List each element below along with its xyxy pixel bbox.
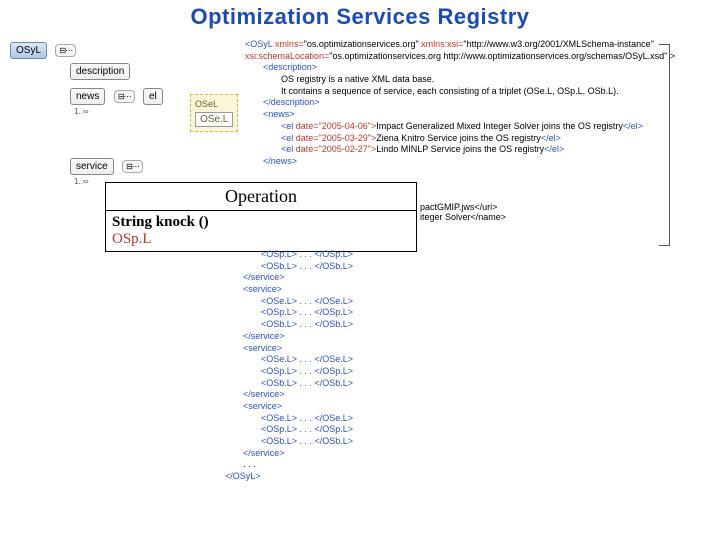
el3-close: </el> (544, 144, 564, 154)
service-node: service (70, 158, 114, 175)
desc-open: <description> (263, 62, 317, 72)
desc-close: </description> (263, 97, 320, 107)
operation-header: Operation (106, 183, 416, 211)
osp-frag-2: <OSp.L> . . . </OSp.L> (261, 307, 353, 317)
osel-group-label: OSeL (195, 99, 233, 109)
sequence-icon: ⊟⋯ (114, 90, 135, 103)
page-title: Optimization Services Registry (0, 4, 720, 30)
name-tail: iteger Solver</name> (420, 212, 506, 222)
osyl-open-tag: <OSyL (245, 39, 275, 49)
service-close-3: </service> (243, 389, 285, 399)
attr-xmlns: xmlns= (275, 39, 304, 49)
el3-open: <el (281, 144, 296, 154)
service-extra: pactGMIP.jws</uri> iteger Solver</name> (420, 202, 506, 222)
sequence-icon: ⊟⋯ (55, 44, 76, 57)
desc-text-1: OS registry is a native XML data base. (281, 74, 434, 84)
ose-frag-4: <OSe.L> . . . </OSe.L> (261, 413, 353, 423)
el2-close: </el> (541, 133, 561, 143)
attr-schemaloc-val: "os.optimizationservices.org http://www.… (329, 51, 675, 61)
operation-box: Operation String knock () OSp.L (105, 182, 417, 252)
news-node: news (70, 88, 105, 105)
service-open-2: <service> (243, 284, 282, 294)
attr-xmlns-val: "os.optimizationservices.org" (304, 39, 421, 49)
ellipsis: . . . (243, 459, 256, 469)
service-open-3: <service> (243, 343, 282, 353)
operation-return: OSp.L (112, 231, 410, 248)
ose-frag-2: <OSe.L> . . . </OSe.L> (261, 296, 353, 306)
el3-text: Lindo MINLP Service joins the OS registr… (376, 144, 544, 154)
news-close: </news> (263, 156, 297, 166)
root-node: OSyL (10, 42, 47, 59)
el1-open: <el (281, 121, 296, 131)
ose-frag-3: <OSe.L> . . . </OSe.L> (261, 354, 353, 364)
xml-listing: <OSyL xmlns="os.optimizationservices.org… (245, 39, 665, 168)
xml-service-blocks: <OSp.L> . . . </OSp.L> <OSb.L> . . . </O… (225, 249, 665, 483)
osel-group: OSeL OSe.L (190, 94, 238, 132)
osb-frag: <OSb.L> . . . </OSb.L> (261, 261, 353, 271)
uri-tail: pactGMIP.jws</uri> (420, 202, 497, 212)
el3-attr: date="2005-02-27"> (296, 144, 376, 154)
service-close-4: </service> (243, 448, 285, 458)
service-close-2: </service> (243, 331, 285, 341)
desc-text-2: It contains a sequence of service, each … (281, 86, 619, 96)
sequence-icon: ⊟⋯ (122, 160, 143, 173)
osel-inner-node: OSe.L (195, 112, 233, 127)
attr-xsi: xmlns:xsi= (421, 39, 463, 49)
osb-frag-3: <OSb.L> . . . </OSb.L> (261, 378, 353, 388)
service-open-4: <service> (243, 401, 282, 411)
osb-frag-2: <OSb.L> . . . </OSb.L> (261, 319, 353, 329)
description-node: description (70, 63, 130, 80)
el2-attr: date="2005-03-29"> (296, 133, 376, 143)
osp-frag-4: <OSp.L> . . . </OSp.L> (261, 424, 353, 434)
brace-icon (659, 44, 670, 246)
osyl-close: </OSyL> (225, 471, 261, 481)
el1-close: </el> (623, 121, 643, 131)
el1-attr: date="2005-04-06"> (296, 121, 376, 131)
attr-xsi-val: "http://www.w3.org/2001/XMLSchema-instan… (463, 39, 653, 49)
el2-text: Ziena Knitro Service joins the OS regist… (376, 133, 541, 143)
operation-signature: String knock () (112, 214, 410, 231)
osp-frag-3: <OSp.L> . . . </OSp.L> (261, 366, 353, 376)
news-open: <news> (263, 109, 295, 119)
osb-frag-4: <OSb.L> . . . </OSb.L> (261, 436, 353, 446)
service-close-1: </service> (243, 272, 285, 282)
attr-schemaloc: xsi:schemaLocation= (245, 51, 329, 61)
el2-open: <el (281, 133, 296, 143)
el-node: el (143, 88, 163, 105)
osp-frag: <OSp.L> . . . </OSp.L> (261, 249, 353, 259)
el1-text: Impact Generalized Mixed Integer Solver … (376, 121, 623, 131)
